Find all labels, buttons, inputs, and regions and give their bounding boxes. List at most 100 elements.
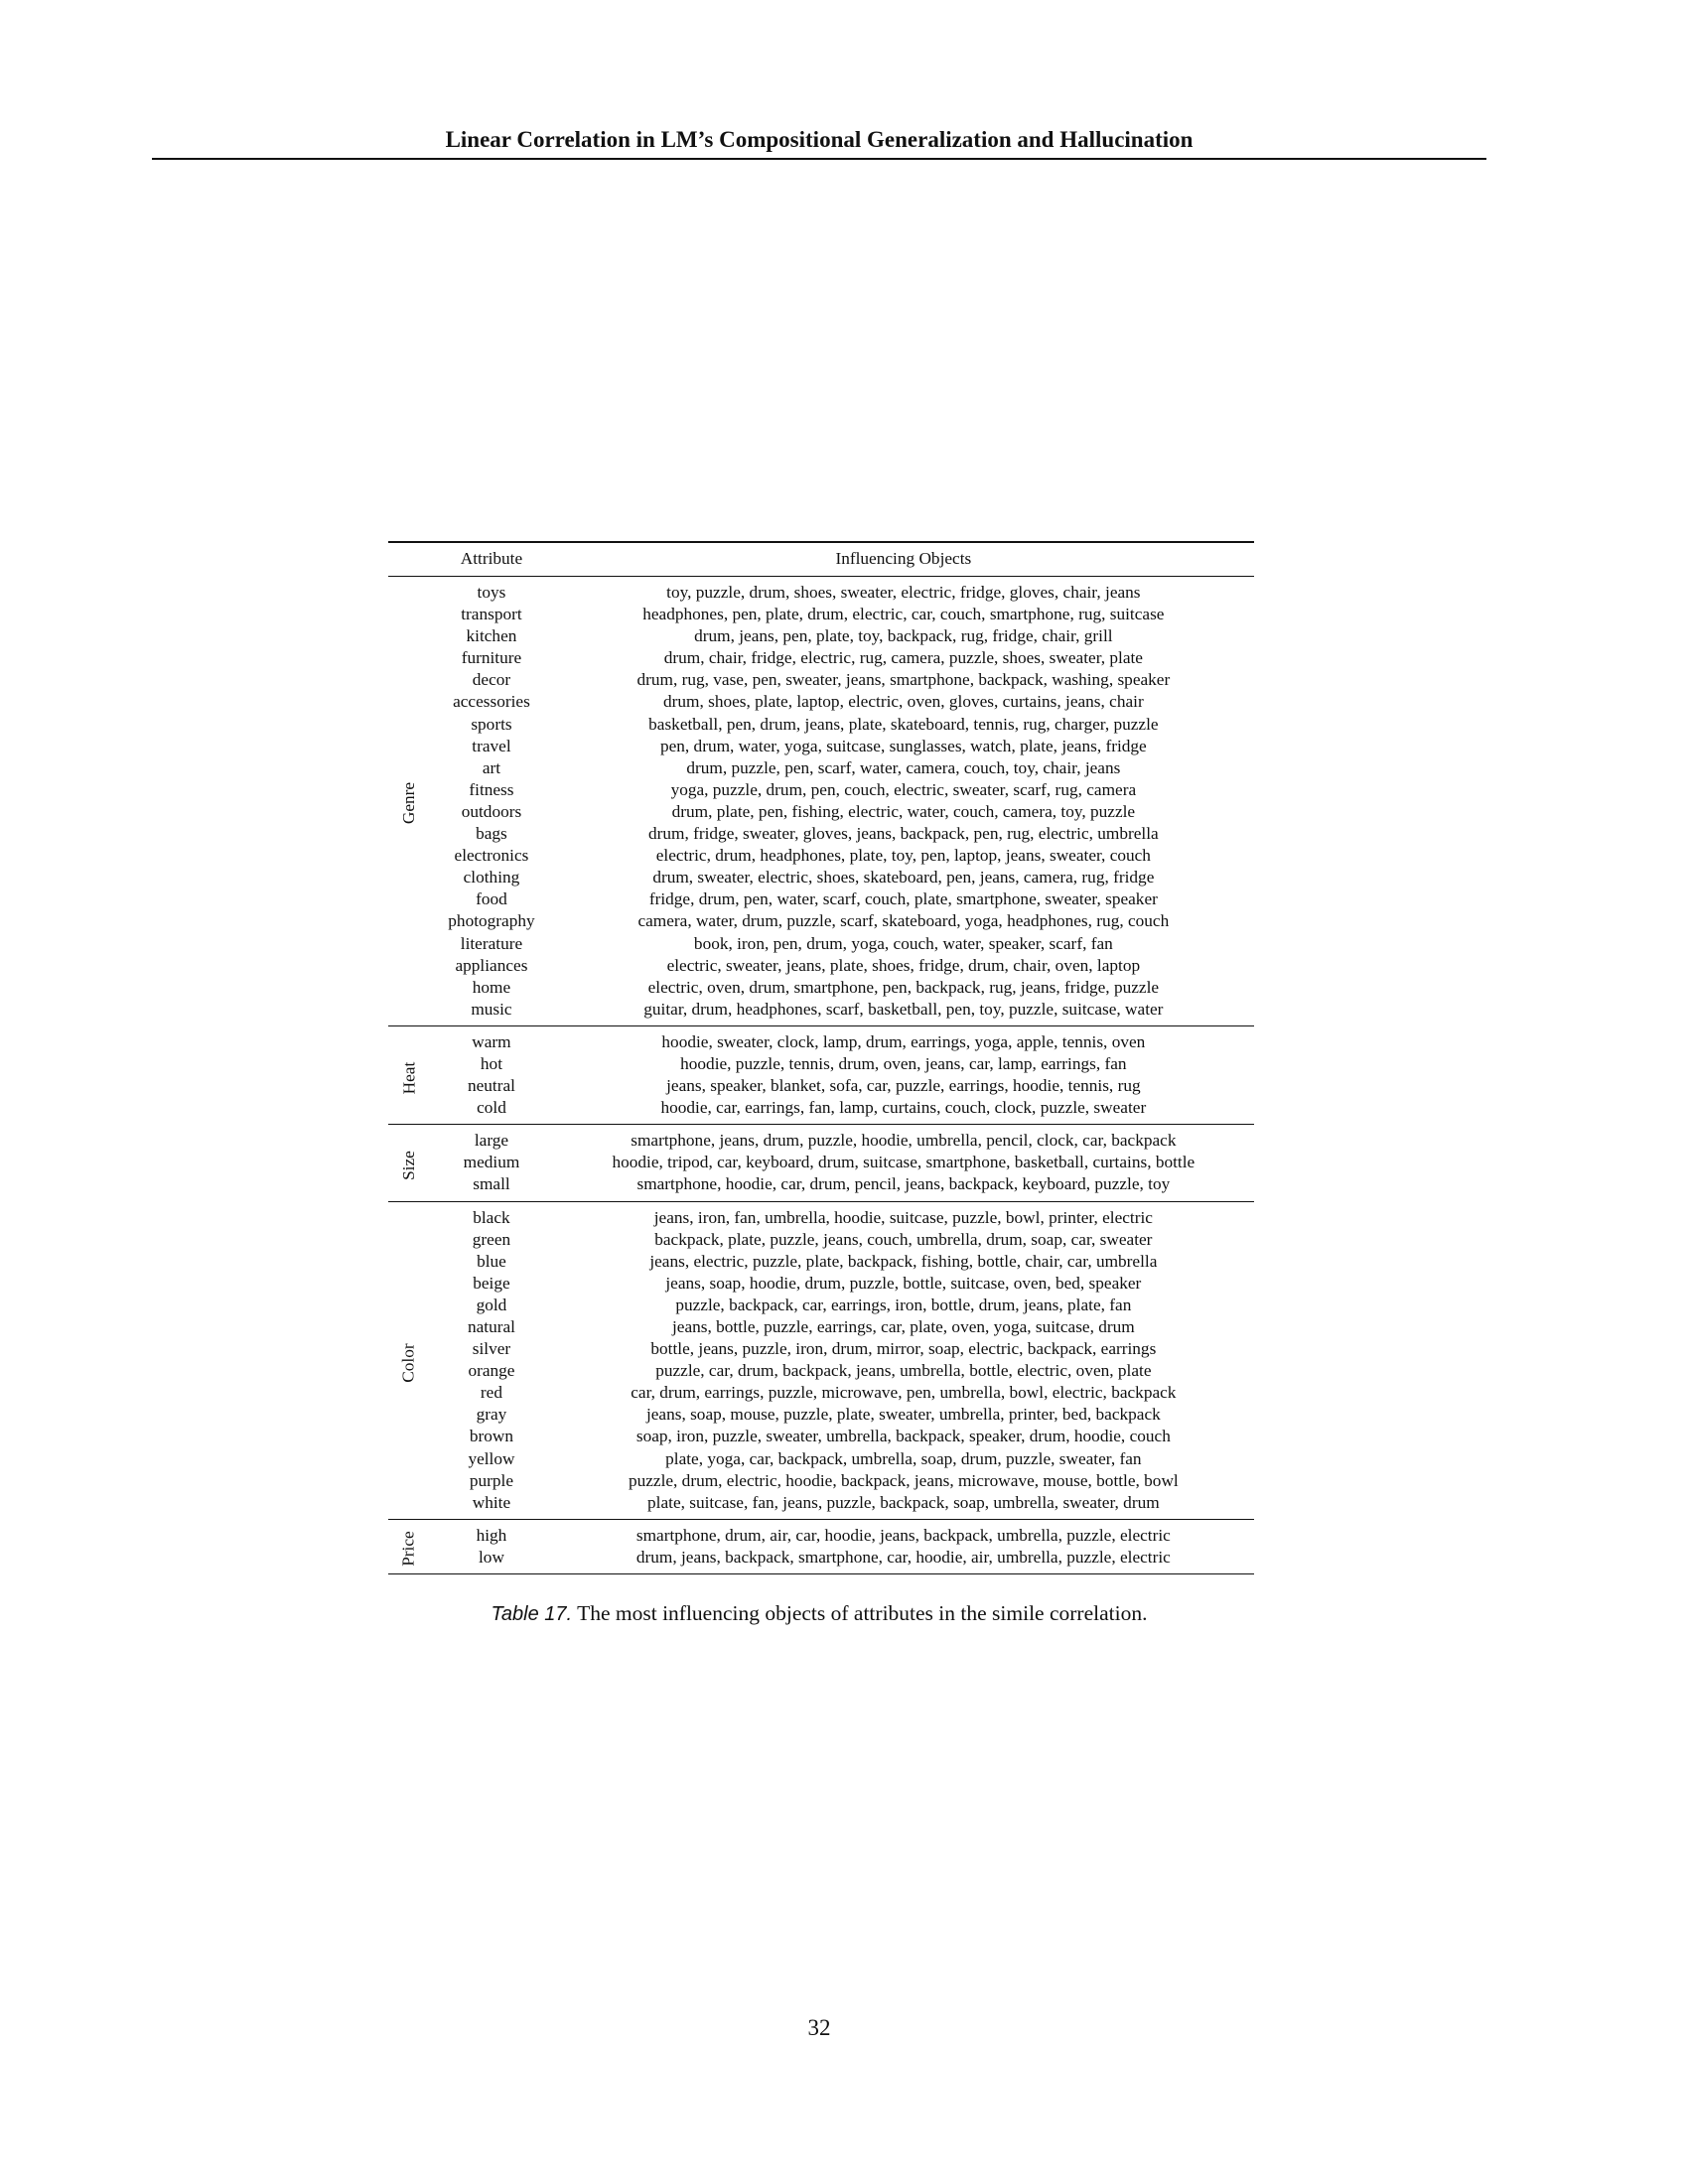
table-group-heat: Heat warm hoodie, sweater, clock, lamp, dr… — [388, 1025, 1254, 1126]
running-header: Linear Correlation in LM’s Compositional… — [445, 127, 1194, 152]
attribute-cell: neutral — [467, 1076, 515, 1096]
influencing-objects-cell: book, iron, pen, drum, yoga, couch, wate… — [693, 933, 1113, 953]
attribute-cell: medium — [463, 1153, 520, 1172]
attribute-cell: sports — [471, 714, 512, 734]
attribute-cell: orange — [468, 1361, 515, 1381]
table-row: appliances electric, sweater, jeans, plat… — [388, 955, 1254, 977]
table-caption: Table 17. The most influencing objects o… — [152, 1599, 1486, 1628]
influencing-objects-cell: smartphone, drum, air, car, hoodie, jean… — [635, 1525, 1171, 1545]
attribute-cell: home — [472, 977, 511, 997]
influencing-objects-cell: basketball, pen, drum, jeans, plate, ska… — [648, 714, 1159, 734]
attribute-cell: accessories — [453, 692, 530, 712]
group-label-cell: Heat — [388, 1025, 431, 1126]
attribute-cell: travel — [472, 736, 511, 755]
influencing-objects-cell: drum, plate, pen, fishing, electric, wat… — [671, 801, 1136, 821]
table-group-color: Color black jeans, iron, fan, umbrella, ho… — [388, 1201, 1254, 1520]
attribute-cell: hot — [480, 1053, 502, 1073]
group-label-cell: Price — [388, 1519, 431, 1575]
table-row: bags drum, fridge, sweater, gloves, jeans… — [388, 823, 1254, 845]
attribute-cell: cold — [430, 1097, 553, 1126]
table-row: electronics electric, drum, headphones, p… — [388, 845, 1254, 867]
attribute-cell: transport — [461, 605, 522, 624]
influencing-objects-cell: jeans, speaker, blanket, sofa, car, puzz… — [666, 1076, 1141, 1096]
table-row: Genre toys toy, puzzle, drum, shoes, sweat… — [388, 576, 1254, 1026]
table-row: Heat warm hoodie, sweater, clock, lamp, dr… — [388, 1025, 1254, 1126]
table-group-size: Size large smartphone, jeans, drum, puzzle… — [388, 1124, 1254, 1202]
attribute-cell: clothing — [463, 868, 520, 887]
table-row: food fridge, drum, pen, water, scarf, cou… — [388, 888, 1254, 910]
table-row: blue jeans, electric, puzzle, plate, back… — [388, 1251, 1254, 1273]
table-row: Color black jeans, iron, fan, umbrella, ho… — [388, 1201, 1254, 1520]
table-row: small smartphone, hoodie, car, drum, penc… — [388, 1173, 1254, 1202]
attribute-cell: yellow — [468, 1448, 515, 1468]
influencing-objects-cell: electric, drum, headphones, plate, toy, … — [655, 846, 1151, 866]
influencing-objects-cell: headphones, pen, plate, drum, electric, … — [642, 605, 1165, 624]
influencing-objects-cell: camera, water, drum, puzzle, scarf, skat… — [637, 911, 1170, 931]
table-row: accessories drum, shoes, plate, laptop, e… — [388, 691, 1254, 713]
influencing-objects-cell: electric, oven, drum, smartphone, pen, b… — [647, 977, 1160, 997]
attribute-cell: furniture — [461, 648, 522, 668]
influencing-objects-cell: smartphone, jeans, drum, puzzle, hoodie,… — [631, 1131, 1177, 1151]
attribute-cell: bags — [476, 824, 507, 844]
table-row: silver bottle, jeans, puzzle, iron, drum,… — [388, 1338, 1254, 1360]
attribute-cell: literature — [460, 933, 523, 953]
influencing-objects-cell: drum, sweater, electric, shoes, skateboa… — [652, 868, 1155, 887]
attribute-cell: warm — [472, 1031, 511, 1051]
influencing-objects-cell: fridge, drum, pen, water, scarf, couch, … — [648, 889, 1158, 909]
influencing-objects-cell: drum, chair, fridge, electric, rug, came… — [663, 648, 1143, 668]
table-row: Price high smartphone, drum, air, car, hoo… — [388, 1519, 1254, 1575]
influencing-objects-cell: plate, suitcase, fan, jeans, puzzle, bac… — [552, 1491, 1254, 1520]
table-row: beige jeans, soap, hoodie, drum, puzzle, … — [388, 1273, 1254, 1295]
group-label-cell: Color — [388, 1201, 431, 1520]
table-row: literature book, iron, pen, drum, yoga, c… — [388, 933, 1254, 955]
influencing-objects-cell: toy, puzzle, drum, shoes, sweater, elect… — [666, 583, 1141, 602]
influencing-objects-cell: jeans, electric, puzzle, plate, backpack… — [649, 1251, 1158, 1271]
attribute-cell: food — [476, 889, 507, 909]
attribute-cell: green — [472, 1229, 511, 1249]
attribute-cell: low — [430, 1546, 553, 1575]
attribute-cell: gray — [476, 1405, 507, 1425]
attribute-cell: music — [430, 998, 553, 1026]
influencing-objects-cell: drum, puzzle, pen, scarf, water, camera,… — [686, 757, 1121, 777]
attribute-cell: natural — [467, 1317, 515, 1336]
attribute-cell: small — [430, 1173, 553, 1202]
table-row: Size large smartphone, jeans, drum, puzzle… — [388, 1124, 1254, 1202]
influencing-objects-cell: drum, jeans, backpack, smartphone, car, … — [552, 1546, 1254, 1575]
attribute-cell: photography — [448, 911, 535, 931]
header-rule — [152, 158, 1486, 160]
attribute-cell: decor — [472, 670, 511, 690]
influencing-objects-cell: guitar, drum, headphones, scarf, basketb… — [552, 998, 1254, 1026]
influencing-objects-cell: jeans, soap, mouse, puzzle, plate, sweat… — [645, 1405, 1161, 1425]
attribute-cell: blue — [477, 1251, 506, 1271]
attribute-cell: outdoors — [461, 801, 522, 821]
attribute-cell: red — [480, 1383, 502, 1403]
influencing-objects-cell: drum, rug, vase, pen, sweater, jeans, sm… — [636, 670, 1171, 690]
influencing-objects-cell: puzzle, backpack, car, earrings, iron, b… — [675, 1295, 1132, 1314]
influencing-objects-cell: soap, iron, puzzle, sweater, umbrella, b… — [635, 1427, 1171, 1446]
table-row: kitchen drum, jeans, pen, plate, toy, bac… — [388, 625, 1254, 647]
table-row: music guitar, drum, headphones, scarf, ba… — [388, 998, 1254, 1026]
attribute-cell: fitness — [469, 779, 514, 799]
page-number: 32 — [807, 2015, 831, 2040]
group-label: Color — [399, 1343, 419, 1383]
attribute-cell: brown — [469, 1427, 514, 1446]
column-header-group — [388, 541, 431, 577]
attribute-cell: appliances — [455, 955, 528, 975]
group-label: Price — [399, 1531, 419, 1568]
table-row: outdoors drum, plate, pen, fishing, elect… — [388, 801, 1254, 823]
table-row: photography camera, water, drum, puzzle, … — [388, 910, 1254, 932]
column-header-attribute: Attribute — [430, 541, 553, 577]
table-row: travel pen, drum, water, yoga, suitcase, … — [388, 736, 1254, 757]
attribute-objects-table: Attribute Influencing Objects Genre toys t… — [388, 541, 1254, 1575]
table-row: fitness yoga, puzzle, drum, pen, couch, e… — [388, 779, 1254, 801]
influencing-objects-cell: jeans, soap, hoodie, drum, puzzle, bottl… — [665, 1273, 1142, 1293]
influencing-objects-cell: hoodie, puzzle, tennis, drum, oven, jean… — [680, 1053, 1127, 1073]
influencing-objects-cell: hoodie, car, earrings, fan, lamp, curtai… — [552, 1097, 1254, 1126]
table-row: neutral jeans, speaker, blanket, sofa, ca… — [388, 1075, 1254, 1097]
attribute-cell: large — [474, 1131, 509, 1151]
influencing-objects-cell: bottle, jeans, puzzle, iron, drum, mirro… — [650, 1339, 1157, 1359]
influencing-objects-cell: pen, drum, water, yoga, suitcase, sungla… — [659, 736, 1147, 755]
group-label-cell: Size — [388, 1124, 431, 1202]
group-label: Size — [399, 1151, 419, 1180]
influencing-objects-cell: puzzle, car, drum, backpack, jeans, umbr… — [655, 1361, 1152, 1381]
